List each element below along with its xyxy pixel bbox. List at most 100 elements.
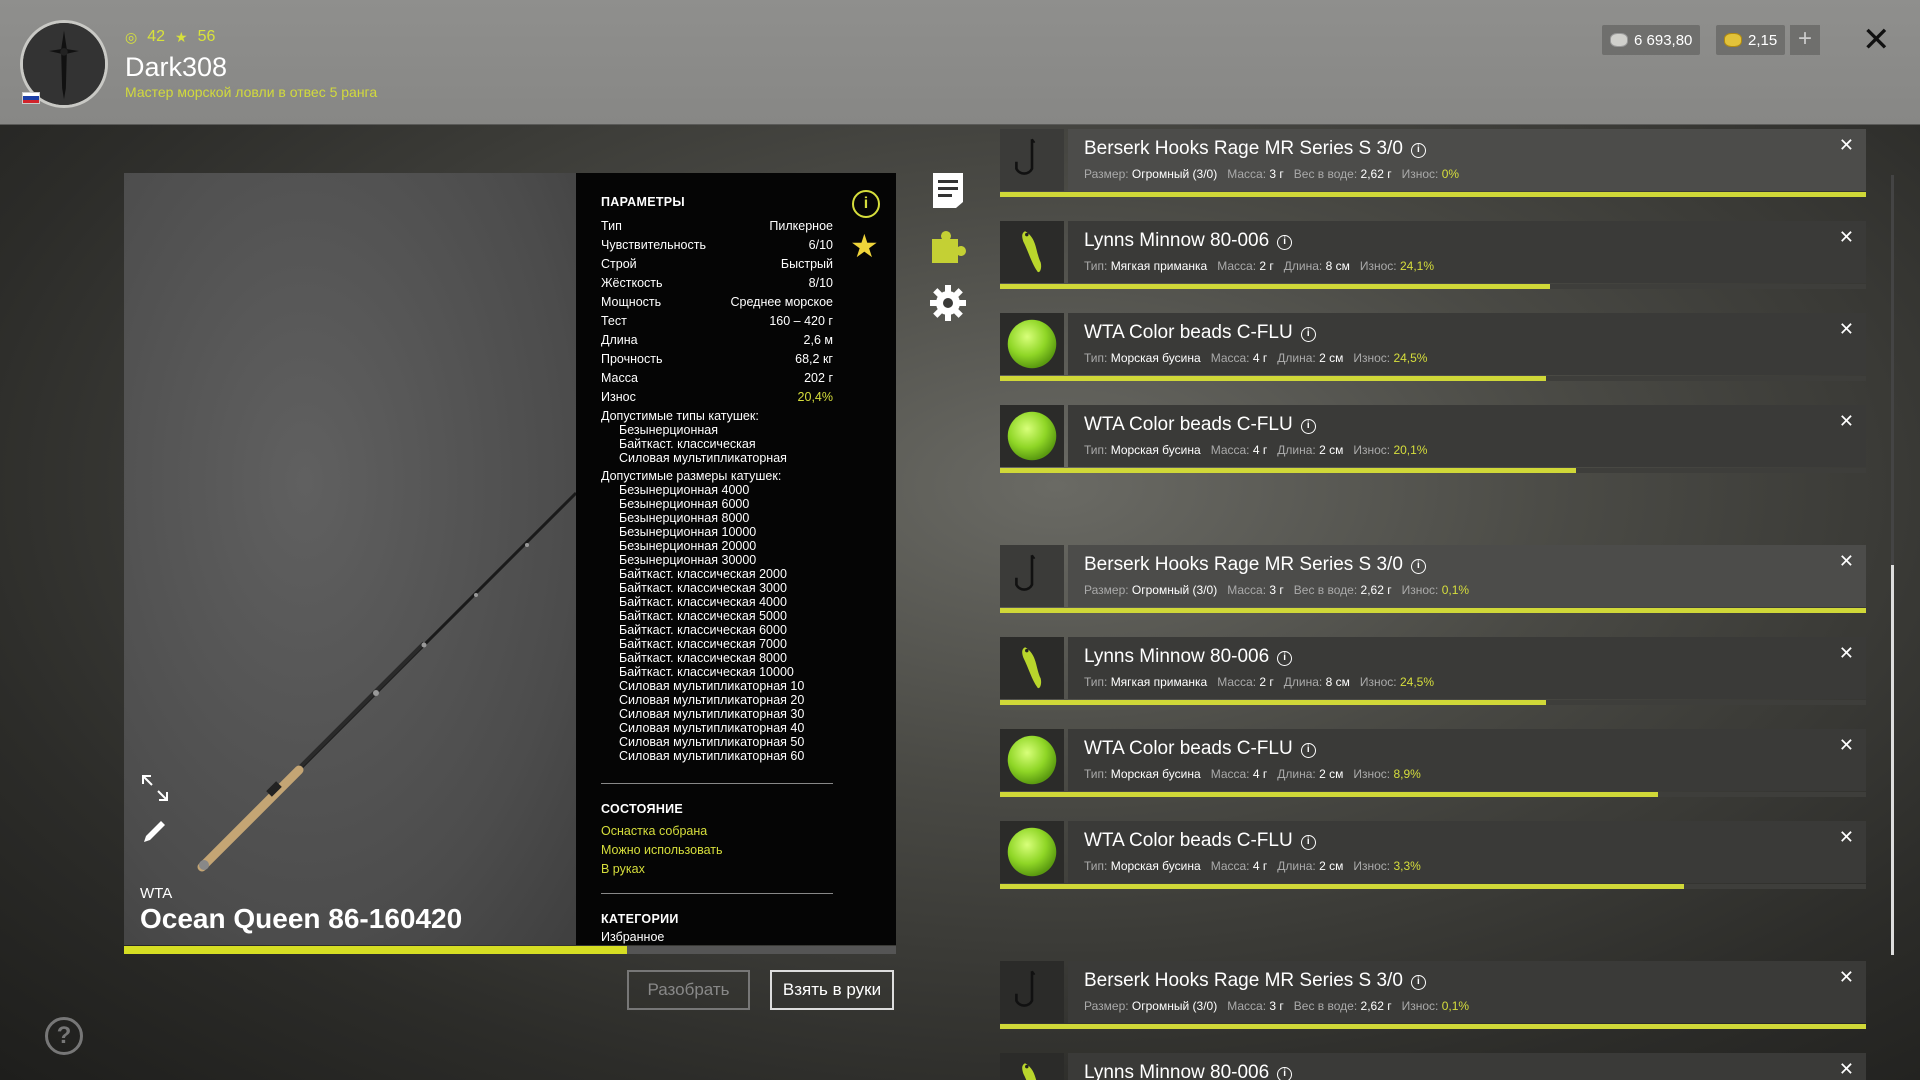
tackle-item-body[interactable]: Lynns Minnow 80-006 i ✕: [1068, 1053, 1866, 1080]
remove-icon[interactable]: ✕: [1839, 411, 1854, 432]
remove-icon[interactable]: ✕: [1839, 735, 1854, 756]
info-icon[interactable]: i: [1277, 235, 1293, 250]
favorite-star-icon[interactable]: ★: [850, 227, 879, 265]
meta-value: Морская бусина: [1110, 859, 1201, 873]
meta-value: 2 см: [1319, 767, 1344, 781]
meta-value: Мягкая приманка: [1110, 675, 1208, 689]
tackle-item-name-row: WTA Color beads C-FLU i: [1084, 414, 1316, 436]
reel-size-item: Байткаст. классическая 4000: [619, 595, 787, 609]
info-icon[interactable]: i: [1300, 835, 1316, 850]
param-row: Масса 202 г: [601, 369, 833, 388]
tackle-item[interactable]: Lynns Minnow 80-006 i Тип: Мягкая приманк…: [1000, 217, 1866, 289]
edit-pencil-icon[interactable]: [140, 816, 170, 846]
reel-size-item: Силовая мультипликаторная 60: [619, 749, 805, 763]
param-value: 6/10: [808, 238, 833, 252]
meta-label: Длина:: [1283, 259, 1323, 273]
info-icon[interactable]: i: [1410, 143, 1426, 158]
gear-icon[interactable]: [928, 283, 968, 323]
tackle-item-body[interactable]: WTA Color beads C-FLU i Тип: Морская буси…: [1068, 729, 1866, 791]
tackle-item-body[interactable]: Lynns Minnow 80-006 i Тип: Мягкая приманк…: [1068, 637, 1866, 699]
durability-bar: [1000, 1024, 1866, 1029]
tackle-item-name-row: Berserk Hooks Rage MR Series S 3/0 i: [1084, 138, 1426, 160]
info-icon[interactable]: i: [1300, 419, 1316, 434]
tackle-item-meta: Тип: Мягкая приманка Масса: 2 г Длина: 8…: [1084, 259, 1434, 273]
tackle-item-meta: Тип: Мягкая приманка Масса: 2 г Длина: 8…: [1084, 675, 1434, 689]
tackle-item-name-row: WTA Color beads C-FLU i: [1084, 830, 1316, 852]
info-icon[interactable]: i: [1277, 651, 1293, 666]
info-icon[interactable]: i: [852, 190, 880, 218]
tackle-item-body[interactable]: WTA Color beads C-FLU i Тип: Морская буси…: [1068, 313, 1866, 375]
meta-value: 2,62 г: [1360, 167, 1392, 181]
tackle-item[interactable]: WTA Color beads C-FLU i Тип: Морская буси…: [1000, 725, 1866, 797]
tackle-item[interactable]: Berserk Hooks Rage MR Series S 3/0 i Разм…: [1000, 957, 1866, 1029]
info-icon[interactable]: i: [1300, 743, 1316, 758]
remove-icon[interactable]: ✕: [1839, 319, 1854, 340]
reel-size-item: Байткаст. классическая 8000: [619, 651, 787, 665]
tackle-item[interactable]: WTA Color beads C-FLU i Тип: Морская буси…: [1000, 401, 1866, 473]
durability-bar: [1000, 192, 1866, 197]
scrollbar-thumb[interactable]: [1891, 565, 1894, 955]
param-row: Износ 20,4%: [601, 388, 833, 407]
tackle-item-body[interactable]: Lynns Minnow 80-006 i Тип: Мягкая приманк…: [1068, 221, 1866, 283]
minnow-icon: [1000, 1053, 1064, 1080]
remove-icon[interactable]: ✕: [1839, 967, 1854, 988]
tackle-item-body[interactable]: Berserk Hooks Rage MR Series S 3/0 i Разм…: [1068, 545, 1866, 607]
tackle-item-body[interactable]: Berserk Hooks Rage MR Series S 3/0 i Разм…: [1068, 961, 1866, 1023]
add-currency-button[interactable]: +: [1790, 25, 1820, 55]
meta-label: Тип:: [1084, 767, 1108, 781]
info-icon[interactable]: i: [1410, 559, 1426, 574]
state-title: СОСТОЯНИЕ: [601, 802, 684, 816]
reel-size-item: Безынерционная 8000: [619, 511, 750, 525]
state-item: Оснастка собрана: [601, 824, 708, 838]
hook-icon: [1000, 961, 1064, 1023]
tackle-item-name-row: Lynns Minnow 80-006 i: [1084, 646, 1293, 668]
tackle-item-name-row: Lynns Minnow 80-006 i: [1084, 1062, 1293, 1080]
help-icon[interactable]: ?: [45, 1017, 83, 1055]
reel-type-item: Безынерционная: [619, 423, 719, 437]
player-level: 42: [147, 28, 166, 45]
meta-label: Тип:: [1084, 351, 1108, 365]
remove-icon[interactable]: ✕: [1839, 1059, 1854, 1080]
wear-value: 24,5%: [1393, 351, 1428, 365]
expand-icon[interactable]: [140, 773, 170, 803]
param-value: Пилкерное: [769, 219, 833, 233]
gold-balance: 2,15: [1716, 25, 1786, 55]
puzzle-icon[interactable]: [928, 225, 968, 265]
info-icon[interactable]: i: [1300, 327, 1316, 342]
close-icon[interactable]: ✕: [1862, 20, 1891, 60]
tackle-item-name-row: WTA Color beads C-FLU i: [1084, 738, 1316, 760]
tackle-item-body[interactable]: Berserk Hooks Rage MR Series S 3/0 i Разм…: [1068, 129, 1866, 191]
meta-label: Длина:: [1283, 675, 1323, 689]
tackle-item-body[interactable]: WTA Color beads C-FLU i Тип: Морская буси…: [1068, 821, 1866, 883]
meta-label: Износ:: [1401, 583, 1439, 597]
tackle-list[interactable]: Berserk Hooks Rage MR Series S 3/0 i Разм…: [1000, 125, 1866, 1080]
silver-balance: 6 693,80: [1602, 25, 1701, 55]
tackle-item[interactable]: Lynns Minnow 80-006 i Тип: Мягкая приманк…: [1000, 633, 1866, 705]
remove-icon[interactable]: ✕: [1839, 643, 1854, 664]
tackle-item[interactable]: Berserk Hooks Rage MR Series S 3/0 i Разм…: [1000, 541, 1866, 613]
meta-label: Вес в воде:: [1293, 583, 1358, 597]
tackle-item[interactable]: Lynns Minnow 80-006 i ✕: [1000, 1049, 1866, 1080]
disassemble-button[interactable]: Разобрать: [627, 970, 750, 1010]
remove-icon[interactable]: ✕: [1839, 227, 1854, 248]
remove-icon[interactable]: ✕: [1839, 551, 1854, 572]
tackle-item[interactable]: WTA Color beads C-FLU i Тип: Морская буси…: [1000, 817, 1866, 889]
tackle-item-body[interactable]: WTA Color beads C-FLU i Тип: Морская буси…: [1068, 405, 1866, 467]
param-value: 8/10: [808, 276, 833, 290]
param-value: 160 – 420 г: [769, 314, 833, 328]
info-icon[interactable]: i: [1277, 1067, 1293, 1080]
remove-icon[interactable]: ✕: [1839, 135, 1854, 156]
document-icon[interactable]: [928, 170, 968, 210]
info-icon[interactable]: i: [1410, 975, 1426, 990]
rod-preview[interactable]: WTA Ocean Queen 86-160420: [124, 173, 576, 945]
bead-icon: [1000, 405, 1064, 467]
meta-label: Масса:: [1217, 259, 1257, 273]
meta-label: Размер:: [1084, 999, 1129, 1013]
rod-brand: WTA: [140, 885, 173, 902]
param-value: 2,6 м: [803, 333, 833, 347]
take-in-hands-button[interactable]: Взять в руки: [770, 970, 894, 1010]
tackle-item[interactable]: WTA Color beads C-FLU i Тип: Морская буси…: [1000, 309, 1866, 381]
remove-icon[interactable]: ✕: [1839, 827, 1854, 848]
meta-value: 2 см: [1319, 859, 1344, 873]
tackle-item[interactable]: Berserk Hooks Rage MR Series S 3/0 i Разм…: [1000, 125, 1866, 197]
